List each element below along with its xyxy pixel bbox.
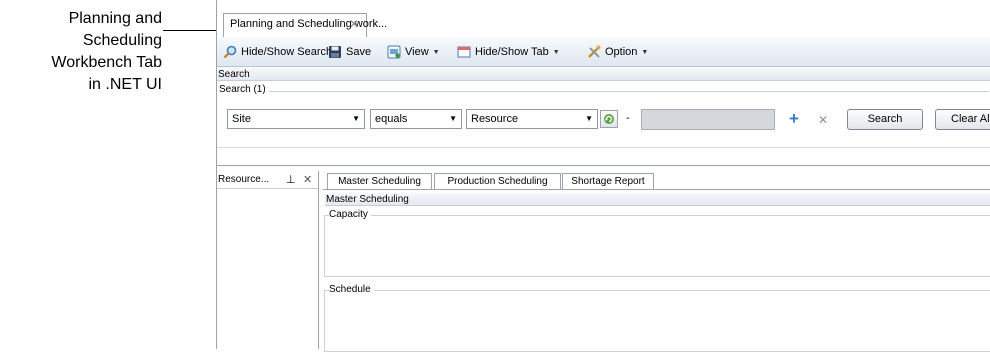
search-value-type-value: Resource bbox=[471, 113, 519, 125]
option-label: Option bbox=[605, 46, 638, 58]
resource-panel: Resource... ⊥ ✕ bbox=[217, 171, 319, 349]
document-tab-label: Planning and Scheduling work... bbox=[230, 18, 388, 30]
remove-criteria-icon[interactable]: ✕ bbox=[818, 111, 828, 129]
refresh-icon bbox=[603, 113, 615, 128]
document-tab-strip: Planning and Scheduling work... ✕ bbox=[217, 0, 990, 39]
app-window: Planning and Scheduling work... ✕ Hide/S… bbox=[216, 0, 990, 352]
toolbar: Hide/Show Search Save View ▼ Hide/Show T… bbox=[217, 38, 990, 67]
view-menu-button[interactable]: View ▼ bbox=[387, 44, 440, 60]
search-field-select[interactable]: Site ▼ bbox=[227, 109, 365, 129]
option-menu-button[interactable]: Option ▼ bbox=[587, 44, 648, 60]
close-icon[interactable]: ✕ bbox=[303, 171, 312, 189]
search-section-title: Search bbox=[218, 69, 250, 80]
callout-line-2: Scheduling bbox=[82, 32, 162, 49]
chevron-down-icon: ▼ bbox=[585, 114, 593, 123]
chevron-down-icon: ▼ bbox=[352, 114, 360, 123]
callout-line-4: in .NET UI bbox=[88, 76, 163, 93]
divider bbox=[323, 189, 990, 190]
view-label: View bbox=[405, 46, 429, 58]
callout-annotation: Planning and Scheduling Workbench Tab in… bbox=[0, 8, 162, 96]
search-group-label: Search (1) bbox=[219, 84, 269, 95]
chevron-down-icon: ▼ bbox=[449, 114, 457, 123]
chevron-down-icon: ▼ bbox=[432, 48, 440, 56]
pin-icon[interactable]: ⊥ bbox=[286, 171, 296, 189]
capacity-group-label: Capacity bbox=[329, 209, 371, 220]
view-icon bbox=[387, 45, 401, 59]
resource-panel-header: Resource... ⊥ ✕ bbox=[217, 171, 318, 189]
hide-show-tab-label: Hide/Show Tab bbox=[475, 46, 549, 58]
magnifier-icon bbox=[223, 45, 237, 59]
master-scheduling-section-title: Master Scheduling bbox=[326, 194, 409, 205]
save-button[interactable]: Save bbox=[328, 44, 371, 60]
hide-show-search-button[interactable]: Hide/Show Search bbox=[223, 44, 332, 60]
search-group-frame bbox=[219, 91, 989, 92]
hide-show-tab-menu-button[interactable]: Hide/Show Tab ▼ bbox=[457, 44, 560, 60]
add-criteria-icon[interactable]: + bbox=[789, 109, 799, 129]
schedule-group bbox=[324, 290, 990, 352]
divider bbox=[217, 165, 990, 166]
search-value-input[interactable] bbox=[641, 109, 775, 130]
search-operator-select[interactable]: equals ▼ bbox=[370, 109, 462, 129]
tab-shortage-report[interactable]: Shortage Report bbox=[562, 173, 654, 190]
callout-leader-line bbox=[163, 30, 216, 31]
capacity-group bbox=[324, 215, 990, 277]
clear-all-button[interactable]: Clear Al bbox=[935, 109, 990, 130]
chevron-down-icon: ▼ bbox=[641, 48, 649, 56]
search-operator-value: equals bbox=[375, 113, 408, 125]
search-button[interactable]: Search bbox=[847, 109, 923, 130]
search-section-header: Search bbox=[217, 68, 990, 81]
window-tab-icon bbox=[457, 45, 471, 59]
tab-master-scheduling[interactable]: Master Scheduling bbox=[327, 173, 432, 190]
hide-show-search-label: Hide/Show Search bbox=[241, 46, 333, 58]
save-label: Save bbox=[346, 46, 372, 58]
callout-line-3: Workbench Tab bbox=[51, 54, 162, 71]
tab-production-scheduling[interactable]: Production Scheduling bbox=[434, 173, 561, 190]
divider bbox=[217, 147, 990, 148]
tools-icon bbox=[587, 45, 601, 59]
search-value-type-select[interactable]: Resource ▼ bbox=[466, 109, 598, 129]
floppy-disk-icon bbox=[328, 45, 342, 59]
search-dash-separator: - bbox=[626, 112, 630, 124]
schedule-group-label: Schedule bbox=[329, 284, 374, 295]
search-field-value: Site bbox=[232, 113, 251, 125]
document-tab-planning-scheduling[interactable]: Planning and Scheduling work... ✕ bbox=[223, 13, 387, 37]
master-scheduling-section-header: Master Scheduling bbox=[325, 193, 990, 206]
refresh-button[interactable] bbox=[600, 110, 618, 128]
resource-panel-title: Resource... bbox=[218, 174, 270, 185]
close-icon[interactable]: ✕ bbox=[349, 17, 359, 31]
callout-line-1: Planning and bbox=[68, 10, 162, 27]
chevron-down-icon: ▼ bbox=[552, 48, 560, 56]
